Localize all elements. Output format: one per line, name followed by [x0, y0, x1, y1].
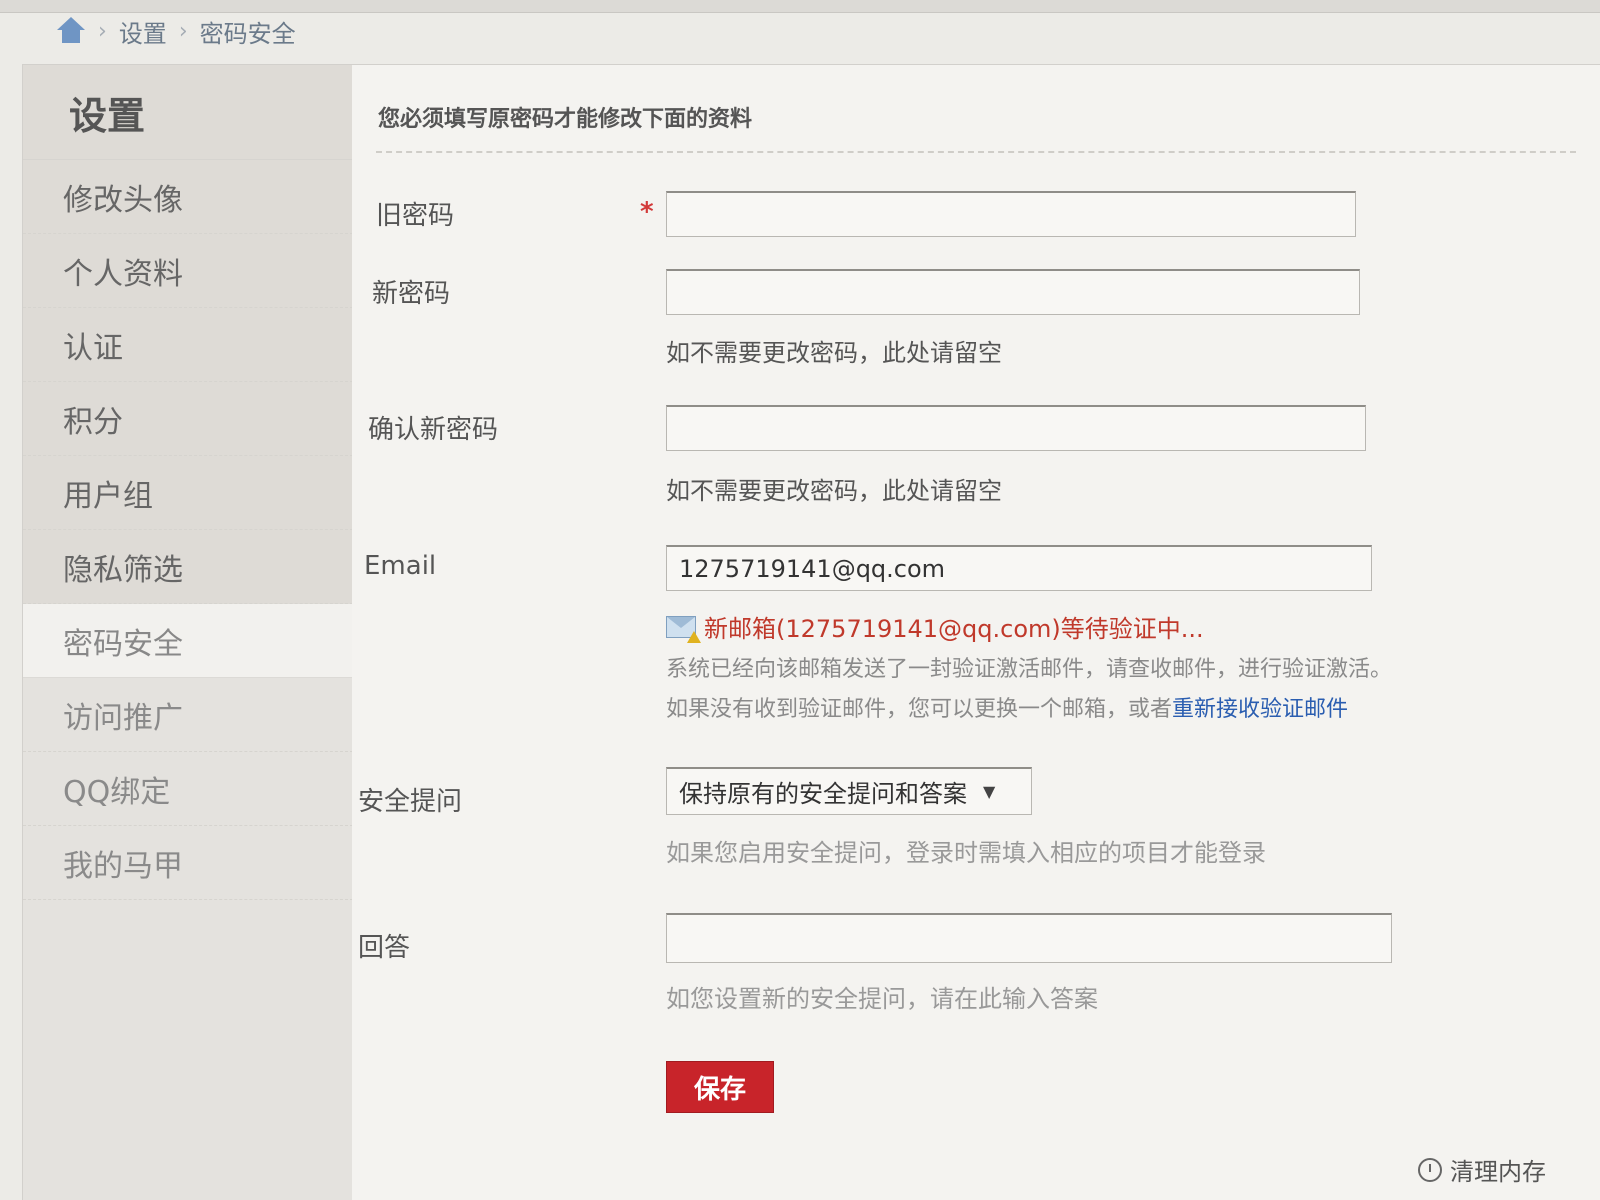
security-question-label: 安全提问 [358, 787, 463, 817]
confirm-password-input[interactable] [666, 405, 1366, 451]
sidebar-group: 设置 修改头像 个人资料 认证 积分 用户组 隐私筛选 [23, 65, 353, 604]
breadcrumb-password-security[interactable]: 密码安全 [200, 14, 296, 49]
sidebar-item-qq-binding[interactable]: QQ绑定 [23, 752, 353, 826]
sidebar-item-avatar[interactable]: 修改头像 [23, 160, 353, 234]
new-password-label: 新密码 [372, 279, 451, 309]
main-content: 您必须填写原密码才能修改下面的资料 旧密码 * 新密码 如不需要更改密码，此处请… [352, 64, 1600, 1200]
security-question-select[interactable]: 保持原有的安全提问和答案 ▼ [666, 767, 1032, 815]
sidebar-title: 设置 [23, 65, 353, 160]
email-info-line1: 系统已经向该邮箱发送了一封验证激活邮件，请查收邮件，进行验证激活。 [666, 657, 1393, 682]
save-button[interactable]: 保存 [666, 1061, 774, 1113]
old-password-input[interactable] [666, 191, 1356, 237]
new-password-hint: 如不需要更改密码，此处请留空 [666, 339, 1002, 367]
sidebar-item-credits[interactable]: 积分 [23, 382, 353, 456]
new-password-input[interactable] [666, 269, 1360, 315]
form-notice: 您必须填写原密码才能修改下面的资料 [378, 107, 753, 132]
sidebar-item-password-security[interactable]: 密码安全 [23, 604, 353, 678]
sidebar-item-privacy[interactable]: 隐私筛选 [23, 530, 353, 604]
security-question-selected: 保持原有的安全提问和答案 [679, 780, 967, 808]
breadcrumb-settings[interactable]: 设置 [119, 14, 167, 49]
sidebar-item-sockpuppet[interactable]: 我的马甲 [23, 826, 353, 900]
resend-verification-link[interactable]: 重新接收验证邮件 [1172, 697, 1348, 722]
sidebar-item-profile[interactable]: 个人资料 [23, 234, 353, 308]
sidebar-item-promotion[interactable]: 访问推广 [23, 678, 353, 752]
confirm-password-hint: 如不需要更改密码，此处请留空 [666, 477, 1002, 505]
breadcrumb-separator: › [178, 18, 188, 44]
sidebar-item-usergroup[interactable]: 用户组 [23, 456, 353, 530]
clock-icon [1418, 1157, 1442, 1182]
answer-hint: 如您设置新的安全提问，请在此输入答案 [666, 985, 1098, 1013]
page: › 设置 › 密码安全 设置 修改头像 个人资料 认证 积分 用户组 隐私筛选 … [0, 0, 1600, 1200]
answer-input[interactable] [666, 913, 1392, 963]
breadcrumb: › 设置 › 密码安全 [56, 14, 296, 48]
email-label: Email [364, 551, 437, 581]
home-icon[interactable] [56, 17, 86, 45]
email-pending-status: 新邮箱(1275719141@qq.com)等待验证中... [666, 609, 1204, 644]
email-info-line2: 如果没有收到验证邮件，您可以更换一个邮箱，或者重新接收验证邮件 [666, 691, 1348, 723]
notice-divider [376, 151, 1576, 153]
clear-memory[interactable]: 清理内存 [1418, 1152, 1546, 1187]
breadcrumb-separator: › [98, 18, 107, 44]
sidebar-item-verification[interactable]: 认证 [23, 308, 353, 382]
email-input[interactable] [666, 545, 1372, 591]
security-question-hint: 如果您启用安全提问，登录时需填入相应的项目才能登录 [666, 839, 1266, 867]
mail-warning-icon [666, 615, 701, 643]
old-password-label: 旧密码 [376, 201, 455, 231]
clear-memory-label: 清理内存 [1450, 1158, 1546, 1186]
answer-label: 回答 [358, 933, 411, 963]
email-info-prefix: 如果没有收到验证邮件，您可以更换一个邮箱，或者 [666, 697, 1173, 722]
sidebar: 设置 修改头像 个人资料 认证 积分 用户组 隐私筛选 密码安全 访问推广 QQ… [22, 64, 354, 1200]
email-pending-text: 新邮箱(1275719141@qq.com)等待验证中... [704, 615, 1204, 643]
required-mark: * [640, 197, 654, 227]
confirm-password-label: 确认新密码 [368, 415, 499, 445]
dropdown-arrow-icon: ▼ [983, 782, 996, 801]
top-bar [0, 0, 1600, 13]
